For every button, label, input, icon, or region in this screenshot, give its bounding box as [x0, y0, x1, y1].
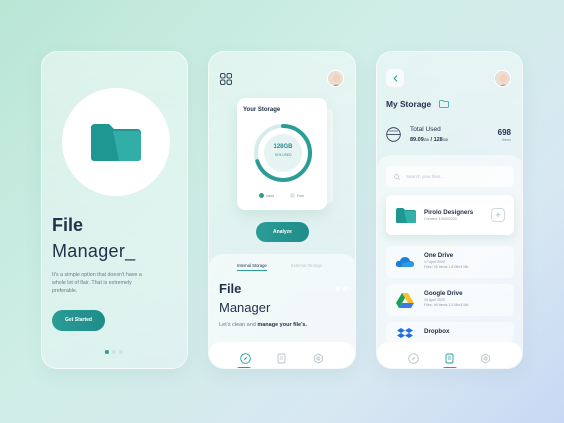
nav-settings[interactable]	[313, 351, 324, 364]
hero-circle	[62, 88, 170, 196]
storage-used-percent: 70% USED	[274, 153, 292, 157]
file-item-google-drive[interactable]: Google Drive 19 April 2020 Files: 46 Ite…	[386, 284, 514, 316]
legend-used: Used	[259, 193, 274, 198]
avatar-image	[495, 71, 510, 86]
folder-icon	[396, 208, 416, 223]
app-subtitle: Manager_	[52, 241, 136, 261]
bottom-navigation	[377, 342, 522, 368]
desc-prefix: Let's clean and	[219, 322, 258, 328]
nav-active-indicator	[237, 367, 251, 368]
total-used-label: Total Used	[410, 126, 441, 133]
page-dot[interactable]	[112, 350, 116, 354]
file-item-one-drive[interactable]: One Drive 17 April 2020 Files: 76 Items …	[386, 246, 514, 278]
avatar-image	[328, 71, 343, 86]
back-button[interactable]	[386, 69, 404, 87]
file-item-pirolo-designers[interactable]: Pirolo Designers Created: 10/02/2020 +	[386, 195, 514, 235]
files-icon	[445, 353, 454, 363]
storage-card[interactable]: Your Storage 128GB 70% USED Used Free	[237, 98, 327, 210]
file-name: Pirolo Designers	[424, 209, 474, 216]
pagination-dots	[105, 350, 123, 354]
page-dot[interactable]	[119, 350, 123, 354]
nav-compass[interactable]	[240, 351, 251, 364]
settings-icon	[314, 352, 323, 364]
tab-external-storage[interactable]: External Storage	[291, 263, 322, 271]
legend-used-swatch	[259, 193, 264, 198]
nav-settings[interactable]	[480, 351, 491, 364]
file-name: One Drive	[424, 252, 454, 259]
folder-outline-icon	[439, 100, 449, 108]
sheet-dot[interactable]	[343, 287, 347, 291]
used-unit: GB	[423, 138, 429, 142]
sheet-title: File	[219, 281, 242, 296]
bottom-navigation	[209, 342, 355, 368]
legend-used-label: Used	[266, 193, 274, 198]
file-item-dropbox[interactable]: Dropbox	[386, 322, 514, 342]
search-input[interactable]: Search your files...	[406, 174, 444, 179]
nav-files[interactable]	[444, 351, 455, 363]
storage-drive-icon	[386, 127, 401, 142]
storage-overview-screen: Your Storage 128GB 70% USED Used Free An…	[208, 51, 356, 369]
folder-icon	[91, 124, 141, 161]
desc-bold: manage your file's.	[257, 322, 307, 328]
nav-files[interactable]	[276, 351, 287, 363]
sheet-dots	[336, 287, 347, 291]
card-stack-shadow	[327, 108, 333, 204]
nav-compass[interactable]	[407, 351, 419, 364]
total-used-value: 89.09GB / 128GB	[410, 137, 448, 143]
avatar[interactable]	[327, 70, 344, 87]
app-title: File	[52, 215, 84, 235]
sheet-subtitle: Manager	[219, 300, 271, 315]
used-amount: 89.09	[410, 137, 424, 143]
onboarding-description: It's a simple option that doesn't have a…	[52, 272, 142, 294]
get-started-button[interactable]: Get Started	[52, 310, 105, 331]
page-dot-active[interactable]	[105, 350, 109, 354]
legend-free-swatch	[290, 193, 295, 198]
file-meta: Files: 46 Items 1.5 Mb/4 Mb	[424, 303, 469, 307]
storage-tabs: Internal Storage External Storage	[237, 263, 322, 271]
storage-card-title: Your Storage	[243, 107, 281, 113]
grid-menu-icon[interactable]	[220, 73, 232, 85]
onboarding-screen: File Manager_ It's a simple option that …	[41, 51, 188, 369]
add-button[interactable]: +	[491, 208, 505, 222]
files-icon	[278, 353, 286, 363]
search-bar[interactable]: Search your files...	[386, 166, 514, 187]
search-icon	[394, 173, 400, 180]
file-meta: Files: 76 Items 1.8 Mb/4 Mb	[424, 265, 469, 269]
page-title: My Storage	[386, 99, 432, 109]
compass-icon	[407, 352, 419, 364]
capacity-unit: GB	[442, 138, 448, 142]
file-name: Dropbox	[424, 328, 450, 335]
settings-icon	[481, 352, 491, 364]
analyze-button[interactable]: Analyze	[256, 222, 309, 242]
nav-active-indicator	[443, 367, 457, 368]
google-drive-icon	[396, 293, 414, 308]
sheet-dot[interactable]	[336, 287, 340, 291]
legend-free: Free	[290, 193, 304, 198]
chevron-left-icon	[392, 74, 397, 82]
items-count: 698	[497, 128, 511, 137]
onedrive-icon	[395, 257, 414, 267]
items-label: Items	[502, 138, 511, 142]
capacity-amount: 128	[433, 137, 443, 143]
dropbox-icon	[397, 328, 413, 338]
legend-free-label: Free	[297, 193, 304, 198]
storage-capacity: 128GB	[273, 144, 293, 150]
compass-icon	[240, 352, 251, 364]
file-name: Google Drive	[424, 290, 463, 297]
my-storage-screen: My Storage Total Used 89.09GB / 128GB 69…	[376, 51, 523, 369]
avatar[interactable]	[494, 70, 511, 87]
sheet-description: Let's clean and manage your file's.	[219, 322, 307, 328]
file-meta: Created: 10/02/2020	[424, 217, 457, 221]
tab-internal-storage[interactable]: Internal Storage	[237, 263, 267, 271]
